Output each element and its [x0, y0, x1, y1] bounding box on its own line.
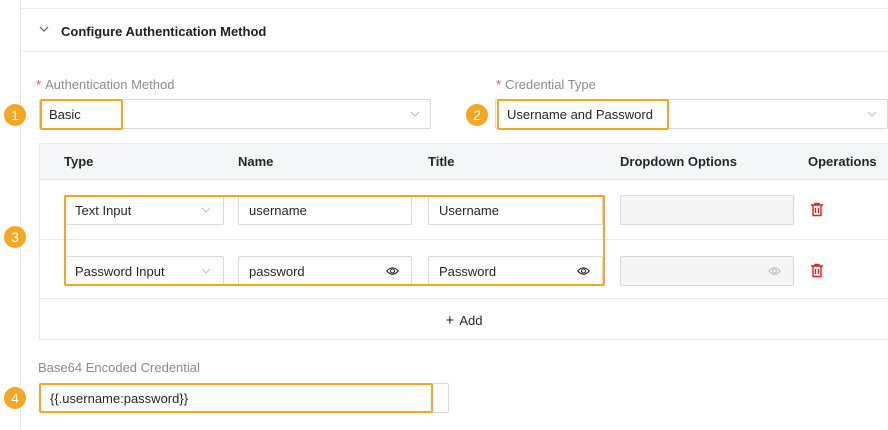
- dropdown-options-input: [620, 256, 794, 286]
- encoded-credential-value: {{.username:password}}: [50, 391, 189, 406]
- step-badge-2: 2: [466, 104, 488, 126]
- trash-icon[interactable]: [810, 202, 824, 217]
- column-header-title: Title: [428, 154, 455, 169]
- step-badge-3: 3: [4, 226, 26, 248]
- field-type-select[interactable]: Text Input: [64, 195, 224, 225]
- credential-type-value: Username and Password: [507, 107, 653, 122]
- required-mark: *: [496, 77, 502, 92]
- field-title-input[interactable]: Username: [428, 195, 603, 225]
- section-header[interactable]: Configure Authentication Method: [21, 8, 888, 52]
- plus-icon: +: [445, 311, 455, 329]
- step-badge-1: 1: [4, 104, 26, 126]
- column-header-operations: Operations: [808, 154, 877, 169]
- step-badge-4: 4: [4, 387, 26, 409]
- add-row-button[interactable]: + Add: [40, 300, 888, 340]
- column-header-dropdown-options: Dropdown Options: [620, 154, 737, 169]
- chevron-down-icon: [410, 111, 420, 117]
- credential-type-select[interactable]: Username and Password: [495, 99, 888, 129]
- field-type-value: Password Input: [75, 264, 165, 279]
- auth-method-label-text: Authentication Method: [45, 77, 175, 92]
- encoded-credential-label: Base64 Encoded Credential: [38, 360, 200, 375]
- field-title-value: Username: [439, 203, 499, 218]
- trash-icon[interactable]: [810, 263, 824, 278]
- field-type-value: Text Input: [75, 203, 132, 218]
- field-name-input[interactable]: password: [238, 256, 412, 286]
- chevron-down-icon: [201, 207, 211, 213]
- field-type-select[interactable]: Password Input: [64, 256, 224, 286]
- field-name-value: username: [249, 203, 307, 218]
- auth-config-panel: Configure Authentication Method * Authent…: [20, 0, 888, 430]
- column-header-name: Name: [238, 154, 274, 169]
- field-title-input[interactable]: Password: [428, 256, 603, 286]
- chevron-down-icon: [867, 111, 877, 117]
- credential-type-label-text: Credential Type: [505, 77, 596, 92]
- required-mark: *: [36, 77, 42, 92]
- eye-icon[interactable]: [386, 266, 399, 276]
- eye-icon[interactable]: [577, 266, 590, 276]
- auth-method-select[interactable]: Basic: [39, 99, 431, 129]
- field-name-value: password: [249, 264, 305, 279]
- field-name-input[interactable]: username: [238, 195, 412, 225]
- table-row: Password Input password Password: [40, 240, 888, 299]
- chevron-down-icon[interactable]: [38, 23, 50, 35]
- dropdown-options-input: [620, 195, 794, 225]
- auth-method-value: Basic: [49, 107, 81, 122]
- credential-type-label: * Credential Type: [496, 77, 596, 92]
- column-header-type: Type: [64, 154, 94, 169]
- table-header: Type Name Title Dropdown Options Operati…: [40, 144, 888, 180]
- field-title-value: Password: [439, 264, 497, 279]
- eye-icon: [768, 267, 781, 275]
- section-title: Configure Authentication Method: [61, 24, 267, 39]
- add-row-label: Add: [459, 312, 483, 328]
- table-row: Text Input username Username: [40, 181, 888, 240]
- auth-method-label: * Authentication Method: [36, 77, 174, 92]
- encoded-credential-input[interactable]: {{.username:password}}: [39, 383, 449, 413]
- chevron-down-icon: [201, 268, 211, 274]
- credential-fields-table: Type Name Title Dropdown Options Operati…: [39, 143, 888, 340]
